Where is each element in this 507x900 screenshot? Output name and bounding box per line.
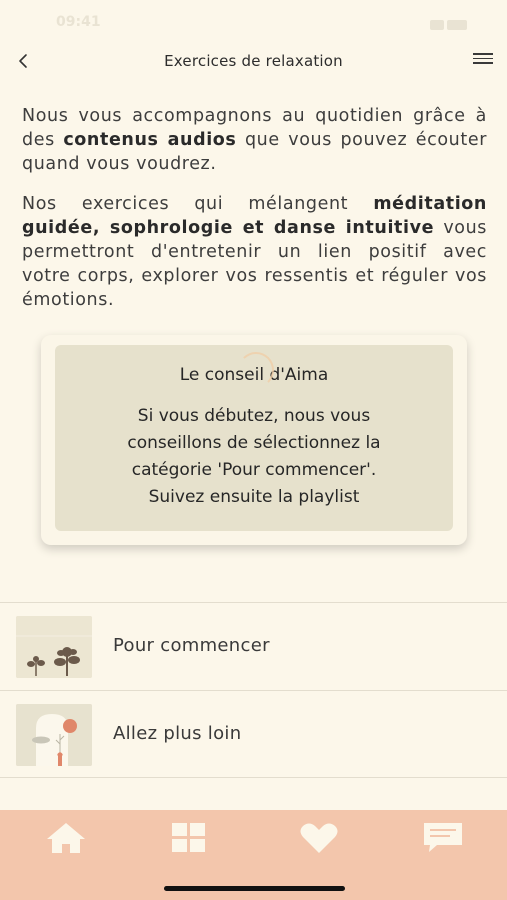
tab-messages[interactable] xyxy=(421,820,465,856)
tab-categories[interactable] xyxy=(167,820,211,856)
grid-icon xyxy=(172,823,205,852)
intro-paragraph-2: Nos exercices qui mélangent méditation g… xyxy=(22,192,487,312)
tip-line: Si vous débutez, nous vous xyxy=(137,406,371,426)
category-label: Pour commencer xyxy=(113,635,270,656)
category-row-pour-commencer[interactable]: Pour commencer xyxy=(0,602,507,690)
home-indicator[interactable] xyxy=(164,886,345,891)
category-row-allez-plus-loin[interactable]: Allez plus loin xyxy=(0,690,507,778)
chat-icon xyxy=(424,823,462,852)
menu-icon-line xyxy=(473,57,493,60)
menu-icon-line xyxy=(473,53,493,55)
intro-bold-segment: contenus audios xyxy=(63,130,237,150)
signal-icon xyxy=(430,20,444,30)
battery-icon xyxy=(447,20,467,30)
category-thumbnail-vase-icon xyxy=(16,704,92,766)
status-time: 09:41 xyxy=(56,14,101,30)
intro-paragraph-1: Nous vous accompagnons au quotidien grâc… xyxy=(22,104,487,176)
tip-line: catégorie 'Pour commencer'. xyxy=(131,460,377,480)
status-icons xyxy=(427,15,467,30)
home-icon xyxy=(47,823,85,853)
tip-body: Si vous débutez, nous vous conseillons d… xyxy=(55,403,453,511)
category-label: Allez plus loin xyxy=(113,723,242,744)
heart-icon xyxy=(300,823,338,853)
tab-home[interactable] xyxy=(44,820,88,856)
menu-button[interactable] xyxy=(471,50,495,72)
menu-icon-line xyxy=(473,62,493,64)
status-bar: 09:41 xyxy=(0,0,507,44)
intro-text-segment: Nos exercices qui mélangent xyxy=(22,194,374,214)
page-title: Exercices de relaxation xyxy=(164,52,343,70)
loading-spinner-icon xyxy=(238,352,274,388)
tab-favorites[interactable] xyxy=(297,820,341,856)
tip-line: Suivez ensuite la playlist xyxy=(148,487,360,507)
intro-text: Nous vous accompagnons au quotidien grâc… xyxy=(22,104,487,328)
category-list: Pour commencer Allez plus loin xyxy=(0,602,507,778)
header: Exercices de relaxation xyxy=(0,44,507,80)
category-thumbnail-plants-icon xyxy=(16,616,92,678)
tip-line: conseillons de sélectionnez la xyxy=(127,433,381,453)
